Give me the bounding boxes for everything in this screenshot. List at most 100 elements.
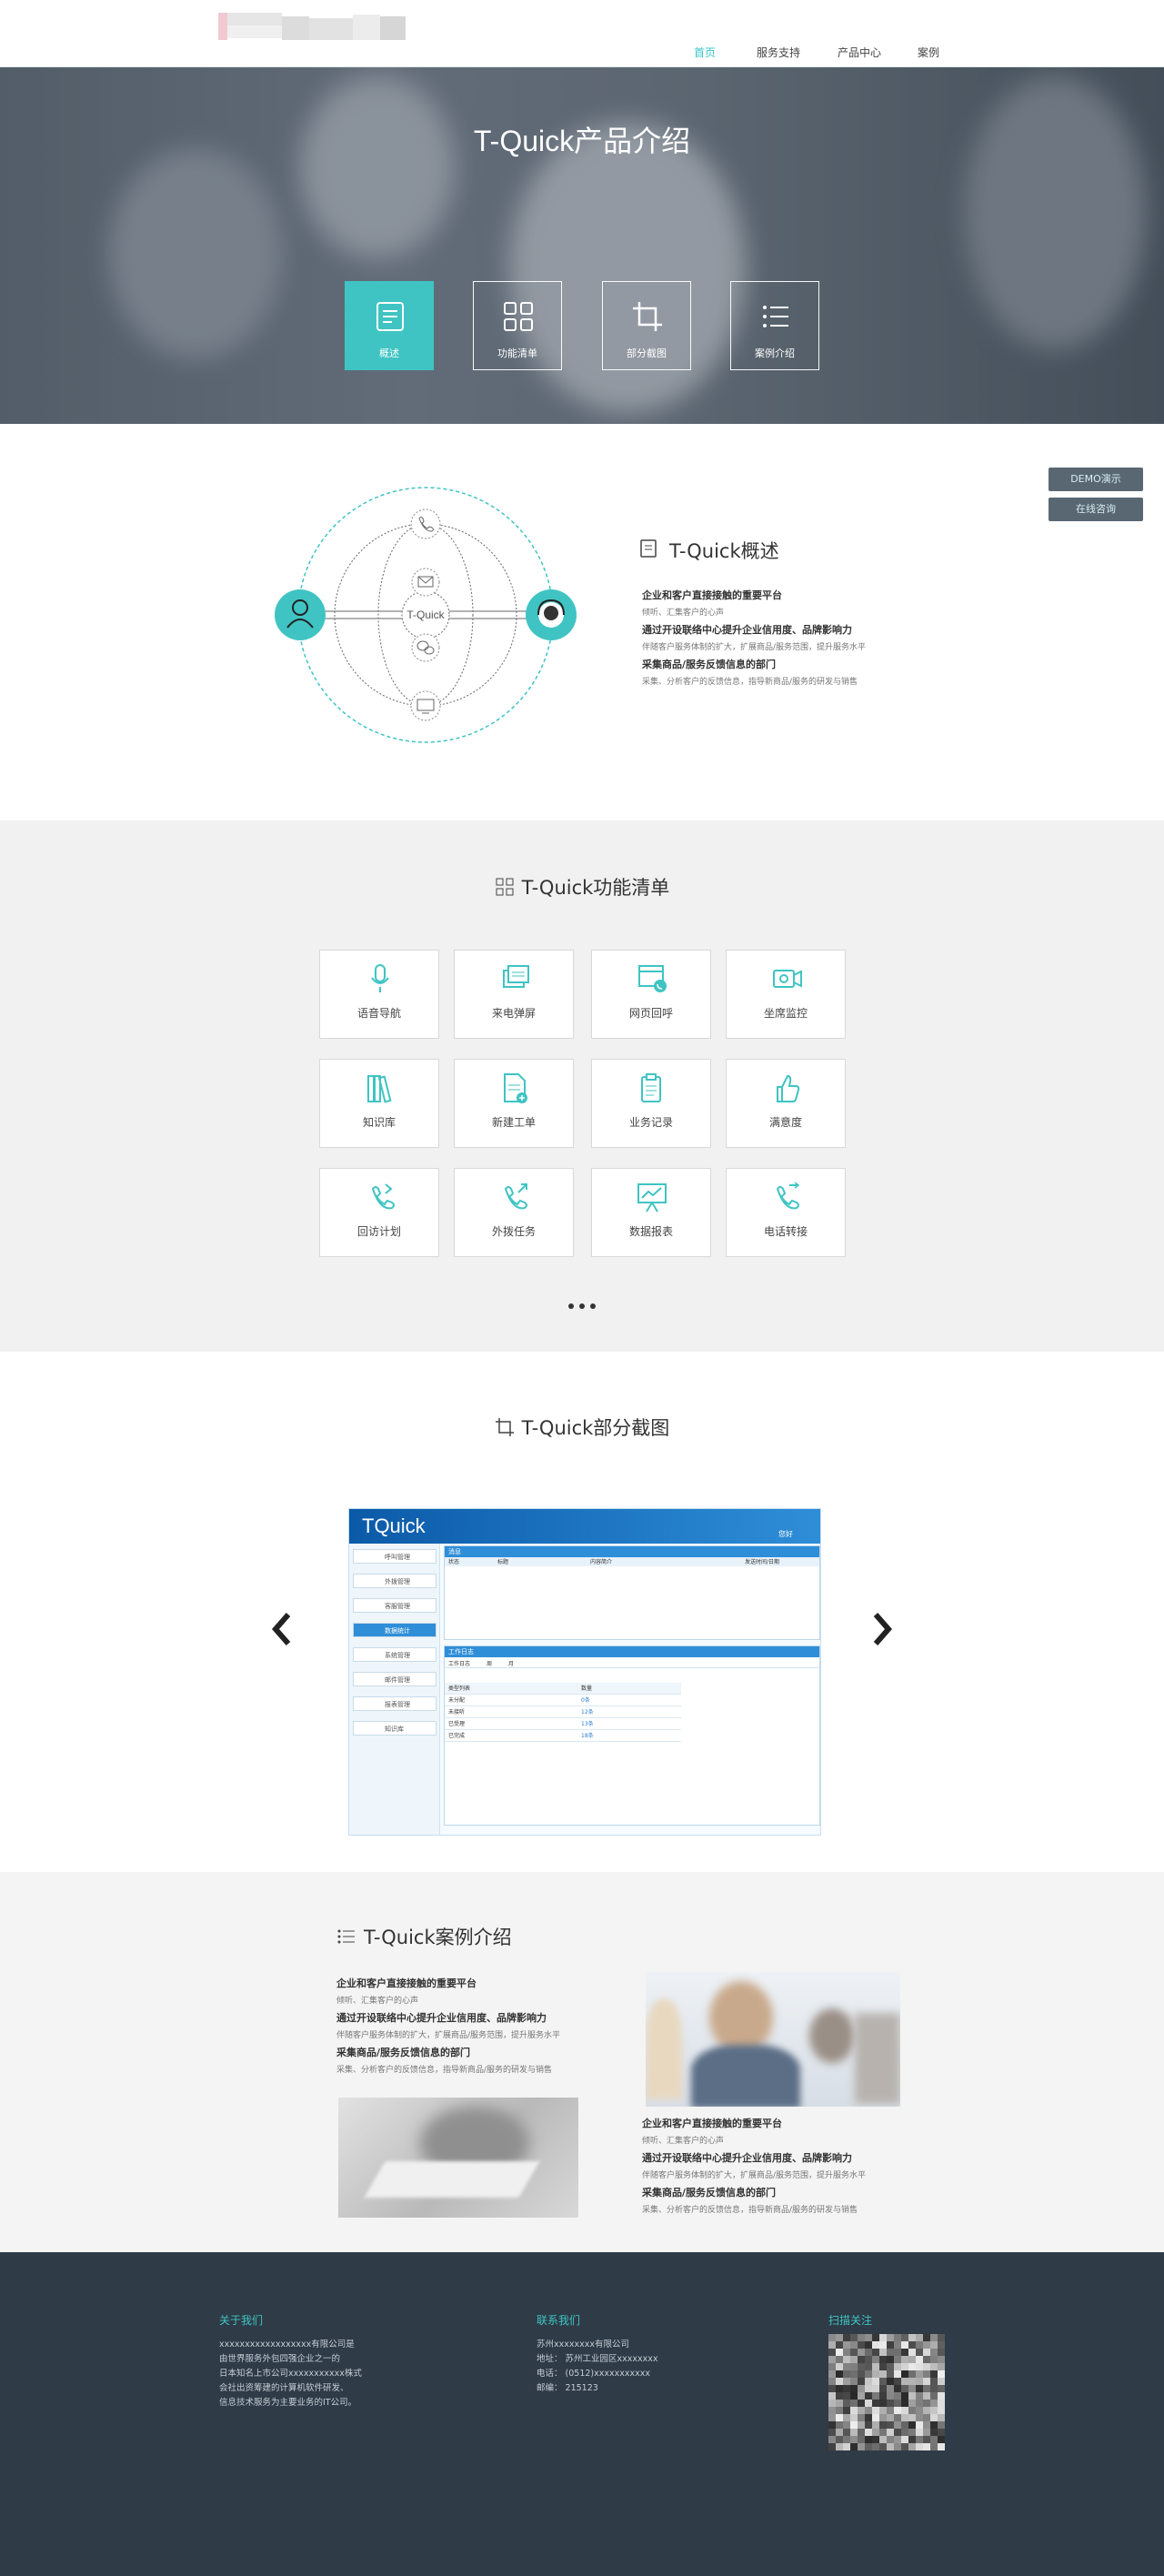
contact-text: 苏州xxxxxxxx有限公司 地址： 苏州工业园区xxxxxxxx 电话： (0… [537, 2340, 658, 2393]
phone-return-icon [371, 1183, 395, 1210]
next-arrow-icon[interactable] [868, 1612, 896, 1646]
overview-section: T-Quick T-Quick概述 企业和客户直接接触的重要平台 倾听、汇集客户… [0, 424, 1164, 820]
feature-card[interactable]: 外拨任务 [454, 1168, 574, 1257]
app-topbar: TQuick 您好 [349, 1509, 820, 1544]
feature-card[interactable]: 网页回呼 [591, 950, 711, 1039]
screenshots-section: T-Quick部分截图 TQuick 您好 呼叫管理外拨管理客服管理数据统计系统… [0, 1352, 1164, 1872]
app-screenshot[interactable]: TQuick 您好 呼叫管理外拨管理客服管理数据统计系统管理邮件管理报表管理知识… [348, 1508, 821, 1836]
about-text: xxxxxxxxxxxxxxxxxx有限公司是 由世界服务外包四强企业之一的 日… [219, 2340, 362, 2408]
tab-week[interactable]: 周 [487, 1659, 492, 1667]
app-menu-item[interactable]: 知识库 [353, 1721, 436, 1736]
site-footer: 关于我们 xxxxxxxxxxxxxxxxxx有限公司是 由世界服务外包四强企业… [0, 2252, 1164, 2576]
app-menu-item[interactable]: 数据统计 [353, 1623, 436, 1637]
screenshots-title: T-Quick部分截图 [0, 1414, 1164, 1441]
feature-card[interactable]: 数据报表 [591, 1168, 711, 1257]
feature-card[interactable]: 语音导航 [319, 950, 439, 1039]
feature-label: 满意度 [768, 1116, 802, 1129]
message-panel: 消息 状态 标题 内容简介 发送时间/日期 [444, 1545, 820, 1640]
hero-tab-cases[interactable]: 案例介绍 [730, 281, 819, 370]
case-heading: 通过开设联络中心提升企业信用度、品牌影响力 [642, 2152, 852, 2164]
hero-tab-label: 部分截图 [627, 347, 667, 359]
microphone-icon [371, 964, 389, 992]
customer-node-icon [275, 589, 326, 640]
case-heading: 采集商品/服务反馈信息的部门 [336, 2047, 471, 2058]
app-menu-item[interactable]: 邮件管理 [353, 1672, 436, 1686]
nav-product-center[interactable]: 产品中心 [838, 45, 881, 60]
feature-label: 网页回呼 [628, 1007, 673, 1020]
app-menu-item[interactable]: 报表管理 [353, 1696, 436, 1711]
tab-month[interactable]: 月 [508, 1659, 514, 1667]
app-user: 您好 [778, 1530, 793, 1538]
app-menu-item[interactable]: 呼叫管理 [353, 1549, 436, 1564]
agent-node-icon [526, 589, 577, 640]
feature-card[interactable]: 知识库 [319, 1059, 439, 1148]
case-sub: 采集、分析客户的反馈信息，指导新商品/服务的研发与销售 [336, 2066, 553, 2075]
overview-sub: 倾听、汇集客户的心声 [642, 609, 725, 618]
app-menu-item[interactable]: 外拨管理 [353, 1574, 436, 1588]
overview-heading: 企业和客户直接接触的重要平台 [642, 589, 782, 601]
case-sub: 伴随客户服务体制的扩大，扩展商品/服务范围，提升服务水平 [336, 2031, 561, 2040]
overview-title: T-Quick概述 [669, 540, 779, 562]
more-dots-icon[interactable] [566, 1303, 598, 1310]
case-photo-callcenter [646, 1972, 900, 2107]
list-icon [337, 1929, 355, 1944]
monitor-camera-icon [773, 970, 802, 988]
case-heading: 企业和客户直接接触的重要平台 [642, 2118, 782, 2129]
cases-title: T-Quick案例介绍 [336, 1923, 512, 1950]
hero-banner: T-Quick产品介绍 概述 功能清单 部分截图 案例介绍 [0, 67, 1164, 424]
document-icon [640, 539, 657, 558]
table-row: 已受理 13条 [445, 1718, 681, 1730]
case-text-left: 企业和客户直接接触的重要平台 倾听、汇集客户的心声 通过开设联络中心提升企业信用… [336, 1972, 609, 2079]
nav-home[interactable]: 首页 [694, 45, 716, 60]
nav-service-support[interactable]: 服务支持 [757, 45, 800, 60]
app-menu-item[interactable]: 客服管理 [353, 1598, 436, 1613]
feature-label: 电话转接 [763, 1225, 808, 1238]
feature-label: 知识库 [362, 1116, 396, 1129]
crop-icon [495, 1418, 514, 1436]
document-icon [376, 302, 404, 331]
company-logo[interactable] [218, 13, 409, 45]
case-sub: 采集、分析客户的反馈信息，指导新商品/服务的研发与销售 [642, 2206, 858, 2215]
hero-tab-features[interactable]: 功能清单 [473, 281, 562, 370]
crop-icon [633, 302, 662, 331]
worklog-table: 类型列表 数量 未分配 0条 未接听 12条 已受理 13条 已完成 18条 [445, 1683, 681, 1742]
tab-worklog[interactable]: 工作日志 [448, 1659, 470, 1667]
feature-card[interactable]: 电话转接 [726, 1168, 846, 1257]
hero-tab-label: 案例介绍 [755, 347, 795, 359]
feature-card[interactable]: 满意度 [726, 1059, 846, 1148]
overview-text: 企业和客户直接接触的重要平台 倾听、汇集客户的心声 通过开设联络中心提升企业信用… [642, 584, 915, 691]
table-row: 已完成 18条 [445, 1730, 681, 1742]
feature-card[interactable]: 来电弹屏 [454, 950, 574, 1039]
cases-section: T-Quick案例介绍 企业和客户直接接触的重要平台 倾听、汇集客户的心声 通过… [0, 1872, 1164, 2252]
hero-tab-overview[interactable]: 概述 [345, 281, 434, 370]
panel-title: 消息 [445, 1546, 819, 1557]
app-menu-item[interactable]: 系统管理 [353, 1647, 436, 1662]
feature-label: 语音导航 [356, 1007, 401, 1020]
overview-sub: 伴随客户服务体制的扩大，扩展商品/服务范围，提升服务水平 [642, 643, 867, 652]
case-heading: 采集商品/服务反馈信息的部门 [642, 2187, 777, 2199]
monitor-node-icon [410, 690, 441, 721]
grid-icon [496, 878, 514, 896]
feature-card[interactable]: 新建工单 [454, 1059, 574, 1148]
feature-card[interactable]: 业务记录 [591, 1059, 711, 1148]
panel-title: 工作日志 [445, 1646, 819, 1657]
new-document-icon [504, 1073, 527, 1103]
demo-button[interactable]: DEMO演示 [1049, 468, 1143, 491]
prev-arrow-icon[interactable] [268, 1612, 296, 1646]
qr-code [828, 2334, 945, 2450]
case-photo-typing [338, 2098, 578, 2218]
diagram-center-label: T-Quick [406, 609, 445, 621]
table-header: 类型列表 数量 [445, 1683, 681, 1695]
phone-transfer-icon [776, 1182, 800, 1210]
feature-card[interactable]: 坐席监控 [726, 950, 846, 1039]
hero-tab-screenshots[interactable]: 部分截图 [602, 281, 691, 370]
site-header: 首页 服务支持 产品中心 案例 [0, 0, 1164, 67]
feature-label: 来电弹屏 [491, 1007, 536, 1020]
online-consult-button[interactable]: 在线咨询 [1049, 498, 1143, 521]
feature-card[interactable]: 回访计划 [319, 1168, 439, 1257]
app-sidebar: 呼叫管理外拨管理客服管理数据统计系统管理邮件管理报表管理知识库 [349, 1544, 440, 1835]
case-heading: 企业和客户直接接触的重要平台 [336, 1977, 477, 1989]
nav-cases[interactable]: 案例 [918, 45, 939, 60]
list-icon [763, 306, 788, 327]
mail-node-icon [411, 568, 440, 597]
